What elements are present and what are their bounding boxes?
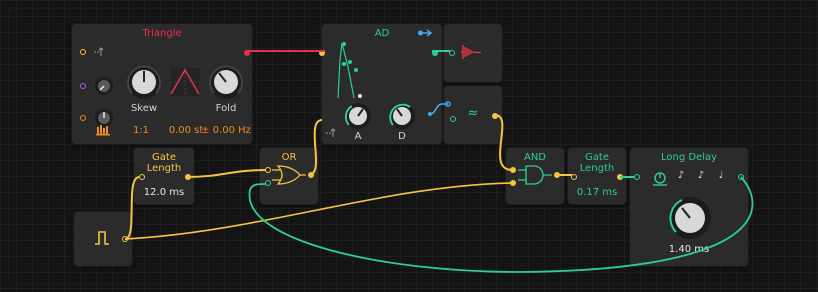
fold-label: Fold — [215, 103, 237, 114]
trigger-icon — [94, 47, 104, 56]
ad-envelope-module[interactable]: AD A D — [319, 24, 442, 144]
keyboard-tracking-icon — [96, 125, 110, 136]
device-canvas[interactable]: Triangle Skew Fold 1:1 0.00 st ± 0.00 Hz… — [0, 0, 818, 292]
time-mode-icon[interactable] — [652, 170, 668, 186]
pitch-mod-port[interactable] — [80, 83, 86, 89]
gate-input-port[interactable] — [139, 174, 145, 180]
envelope-mode-icon[interactable] — [418, 29, 433, 37]
long-delay-module[interactable]: Long Delay ♪ ♪ ♩ 1.40 ms — [630, 148, 748, 266]
module-title: OR — [281, 152, 297, 163]
gate-source-module[interactable] — [74, 212, 132, 266]
module-title: Gate Length — [579, 152, 615, 174]
pulse-icon — [95, 231, 109, 245]
or-output-port[interactable] — [308, 172, 314, 178]
or-input-2-port[interactable] — [265, 180, 271, 186]
gate-output-port[interactable] — [122, 236, 128, 242]
and-gate-module[interactable]: AND — [506, 148, 564, 204]
delay-time-knob[interactable] — [668, 196, 712, 240]
module-title: AND — [523, 152, 547, 163]
audio-output-port[interactable] — [244, 50, 250, 56]
phase-mod-port[interactable] — [80, 115, 86, 121]
skew-knob[interactable] — [126, 64, 162, 100]
smoothing-module[interactable]: ≈ — [428, 86, 502, 144]
cable-gatelen-to-or — [187, 169, 267, 178]
gate-length-module-2[interactable]: Gate Length 0.17 ms — [568, 148, 626, 204]
gate-length-module-1[interactable]: Gate Length 12.0 ms — [134, 148, 194, 204]
gate-length-value[interactable]: 12.0 ms — [134, 187, 194, 198]
decay-label: D — [398, 131, 406, 142]
sync-input-port[interactable] — [80, 49, 86, 55]
delay-input-port[interactable] — [634, 174, 640, 180]
or-gate-symbol — [272, 165, 306, 185]
and-gate-symbol — [518, 165, 552, 185]
module-title: Long Delay — [660, 152, 718, 163]
attack-knob[interactable] — [344, 102, 372, 130]
audio-waveform-icon — [461, 45, 481, 59]
or-gate-module[interactable]: OR — [260, 148, 318, 204]
audio-output-module[interactable] — [444, 24, 502, 82]
delay-time-value[interactable]: 1.40 ms — [630, 244, 748, 255]
and-input-2-port[interactable] — [510, 180, 516, 186]
module-title: Gate Length — [146, 152, 182, 174]
envelope-shape-display — [336, 42, 428, 99]
envelope-output-port[interactable] — [432, 50, 438, 56]
gate-length-value[interactable]: 0.17 ms — [568, 187, 626, 198]
delay-output-port[interactable] — [738, 174, 744, 180]
or-input-1-port[interactable] — [265, 167, 271, 173]
gate-output-port[interactable] — [185, 174, 191, 180]
mod-routing-icon[interactable] — [428, 100, 452, 118]
retrigger-icon — [326, 128, 336, 137]
and-output-port[interactable] — [554, 172, 560, 178]
attack-label: A — [354, 131, 362, 142]
note-eighth-icon[interactable]: ♪ — [694, 170, 708, 181]
fine-tune-value[interactable]: ± 0.00 Hz — [200, 125, 252, 136]
smoothing-icon: ≈ — [467, 106, 479, 121]
fold-knob[interactable] — [208, 64, 244, 100]
pitch-mod-amount-knob[interactable] — [94, 76, 114, 96]
gate-output-port[interactable] — [617, 174, 623, 180]
and-input-1-port[interactable] — [510, 167, 516, 173]
audio-input-port[interactable] — [449, 50, 455, 56]
note-sixteenth-icon[interactable]: ♪ — [674, 170, 688, 181]
skew-label: Skew — [130, 103, 158, 114]
module-title: Triangle — [142, 28, 182, 39]
output-port[interactable] — [492, 113, 498, 119]
decay-knob[interactable] — [388, 102, 416, 130]
gate-input-port[interactable] — [319, 50, 325, 56]
note-quarter-icon[interactable]: ♩ — [714, 170, 728, 181]
ratio-value[interactable]: 1:1 — [126, 125, 156, 136]
gate-input-port[interactable] — [571, 174, 577, 180]
triangle-oscillator-module[interactable]: Triangle Skew Fold 1:1 0.00 st ± 0.00 Hz — [72, 24, 252, 144]
triangle-waveform-display — [170, 68, 200, 96]
